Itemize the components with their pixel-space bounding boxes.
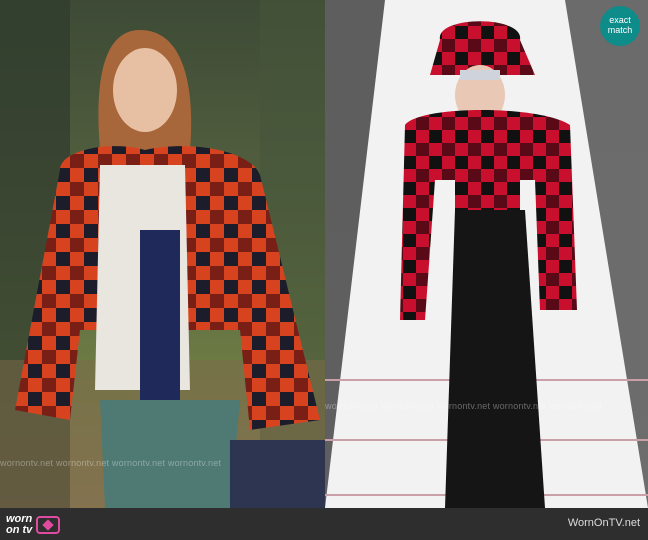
wornontv-logo[interactable]: worn on tv: [6, 514, 61, 536]
footer-bar: worn on tv WornOnTV.net: [0, 508, 648, 540]
watermark-text: wornontv.net wornontv.net wornontv.net w…: [0, 458, 222, 468]
badge-line-2: match: [607, 25, 633, 35]
watermark-text: wornontv.net wornontv.net wornontv.net w…: [325, 401, 603, 411]
runway-illustration: [325, 0, 648, 508]
logo-wordmark: worn on tv: [6, 514, 32, 536]
site-url[interactable]: WornOnTV.net: [568, 517, 640, 529]
exact-match-badge: exact match: [600, 6, 640, 46]
runway-photo: exact match wornontv.net wornontv.net wo…: [325, 0, 648, 508]
tv-still-photo: wornontv.net wornontv.net wornontv.net w…: [0, 0, 325, 508]
logo-line-2: on tv: [6, 524, 33, 536]
tv-icon: [36, 516, 61, 534]
tv-still-illustration: [0, 0, 325, 508]
